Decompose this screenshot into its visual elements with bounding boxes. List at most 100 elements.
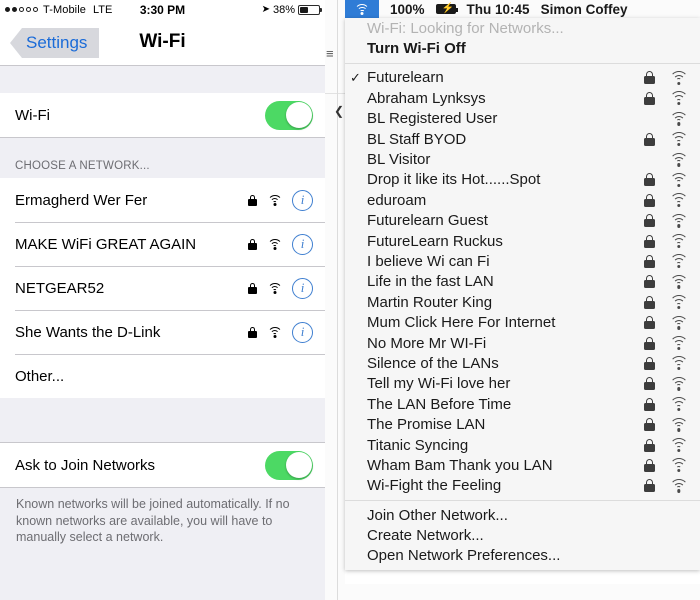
wifi-toggle-row[interactable]: Wi-Fi [0,93,325,137]
menu-network-item[interactable]: FutureLearn Ruckus [345,231,700,251]
menu-network-item[interactable]: The Promise LAN [345,414,700,434]
lock-icon [644,438,655,452]
battery-charging-icon[interactable]: ⚡ [435,3,458,14]
network-name: No More Mr WI-Fi [367,334,487,352]
list-item[interactable]: MAKE WiFi GREAT AGAIN i [0,222,325,266]
lock-icon [644,397,655,411]
lock-slot [644,91,655,105]
network-name: NETGEAR52 [15,279,105,297]
lock-icon [644,234,655,248]
network-info-button[interactable]: i [292,277,313,299]
menu-bar-wifi-icon[interactable] [345,0,379,18]
page-title: Wi-Fi [139,31,186,52]
wifi-signal-icon [669,274,688,289]
network-name: BL Staff BYOD [367,130,467,148]
list-item[interactable]: Ermagherd Wer Fer i [0,178,325,222]
menu-bar-battery-percent[interactable]: 100% [390,2,425,17]
wifi-signal-icon [267,326,282,338]
ask-to-join-row[interactable]: Ask to Join Networks [0,443,325,487]
lock-icon [644,336,655,350]
wifi-toggle-label: Wi-Fi [15,106,50,124]
lock-icon [644,214,655,228]
network-info-button[interactable]: i [292,321,313,343]
wifi-signal-icon [669,193,688,208]
menu-network-item[interactable]: Martin Router King [345,292,700,312]
wifi-signal-icon [669,91,688,106]
other-network-row[interactable]: Other... [0,354,325,398]
network-name: Silence of the LANs [367,354,499,372]
join-other-network-menu-item[interactable]: Join Other Network... [345,505,700,525]
ask-to-join-toggle-switch[interactable] [265,450,313,480]
network-info-button[interactable]: i [292,233,313,255]
menu-network-item[interactable]: Life in the fast LAN [345,272,700,292]
menu-network-item[interactable]: Drop it like its Hot......Spot [345,170,700,190]
lock-icon [644,132,655,146]
location-arrow-icon: ➤ [261,4,270,15]
wifi-signal-icon [267,282,282,294]
lock-slot [644,316,655,330]
wifi-signal-icon [669,295,688,310]
menu-network-item[interactable]: BL Visitor [345,149,700,169]
menu-network-item[interactable]: Titanic Syncing [345,435,700,455]
menu-network-item[interactable]: The LAN Before Time [345,394,700,414]
wifi-signal-icon [669,132,688,147]
wifi-signal-icon [669,438,688,452]
back-button-label: Settings [26,33,88,52]
lock-icon [644,295,655,309]
wifi-signal-icon [669,397,688,412]
menu-network-item[interactable]: BL Registered User [345,109,700,129]
list-item[interactable]: NETGEAR52 i [0,266,325,310]
battery-icon [298,4,322,15]
menu-network-item[interactable]: Wham Bam Thank you LAN [345,455,700,475]
network-name: Ermagherd Wer Fer [15,191,148,209]
carrier-label: T-Mobile [43,3,86,16]
menu-network-item[interactable]: I believe Wi can Fi [345,251,700,271]
menu-network-item[interactable]: No More Mr WI-Fi [345,333,700,353]
ios-network-list: Ermagherd Wer Fer i MAKE WiFi GREAT AGAI… [0,178,325,398]
ios-wifi-settings-panel: T-Mobile LTE 3:30 PM ➤ 38% Settings Wi-F… [0,0,325,600]
back-to-settings-button[interactable]: Settings [10,28,100,58]
menu-network-item[interactable]: Wi-Fight the Feeling [345,476,700,496]
lock-icon [644,418,655,432]
lock-slot [644,458,655,472]
wifi-signal-icon [267,194,282,206]
network-name: FutureLearn Ruckus [367,232,503,250]
menu-network-item[interactable]: ✓ Futurelearn [345,68,700,88]
lock-slot [644,275,655,289]
wifi-signal-icon [669,111,688,126]
menu-bar-clock[interactable]: Thu 10:45 [467,2,530,17]
lock-slot [644,479,655,493]
menu-bar-user-name[interactable]: Simon Coffey [541,2,628,17]
wifi-signal-icon [669,478,688,493]
menu-divider [345,62,700,64]
menu-network-item[interactable]: eduroam [345,190,700,210]
network-name: The Promise LAN [367,416,486,434]
lock-slot [644,295,655,309]
open-network-preferences-menu-item[interactable]: Open Network Preferences... [345,546,700,566]
menu-network-item[interactable]: Abraham Lynksys [345,88,700,108]
menu-network-item[interactable]: BL Staff BYOD [345,129,700,149]
menu-network-item[interactable]: Silence of the LANs [345,353,700,373]
network-name: Tell my Wi-Fi love her [367,375,511,393]
ios-status-bar: T-Mobile LTE 3:30 PM ➤ 38% [0,0,325,19]
lock-icon [248,194,257,206]
mac-wifi-dropdown-menu: Wi-Fi: Looking for Networks... Turn Wi-F… [345,18,700,571]
menu-network-item[interactable]: Mum Click Here For Internet [345,312,700,332]
lock-icon [644,173,655,187]
wifi-toggle-switch[interactable] [265,100,313,130]
create-network-menu-item[interactable]: Create Network... [345,525,700,545]
lock-slot [644,418,655,432]
turn-wifi-off-menu-item[interactable]: Turn Wi-Fi Off [345,38,700,58]
other-network-label: Other... [15,367,65,385]
lock-icon [644,71,655,85]
panel-seam: ≡ ❮ [325,0,345,600]
lock-slot [644,336,655,350]
menu-network-item[interactable]: Tell my Wi-Fi love her [345,374,700,394]
network-info-button[interactable]: i [292,189,313,211]
lock-slot [644,71,655,85]
network-name: Martin Router King [367,293,493,311]
lock-icon [644,254,655,268]
menu-network-item[interactable]: Futurelearn Guest [345,211,700,231]
list-item[interactable]: She Wants the D-Link i [0,310,325,354]
network-name: I believe Wi can Fi [367,252,490,270]
